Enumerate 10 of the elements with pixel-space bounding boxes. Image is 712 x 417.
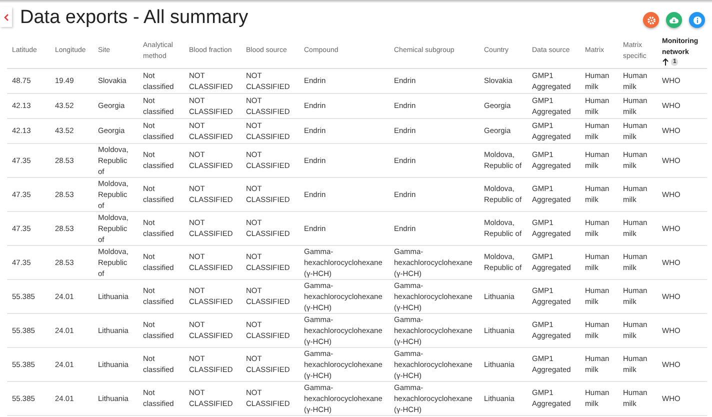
chevron-left-icon: [4, 14, 8, 20]
settings-button[interactable]: [643, 12, 659, 28]
arrow-up-icon: [662, 58, 669, 66]
info-icon: [692, 16, 702, 24]
download-button[interactable]: [666, 12, 682, 28]
info-button[interactable]: [689, 12, 705, 28]
cloud-download-icon: [669, 16, 679, 24]
settings-icon: [646, 16, 656, 24]
page-title: Data exports - All summary: [20, 8, 248, 26]
back-button[interactable]: [0, 7, 12, 27]
